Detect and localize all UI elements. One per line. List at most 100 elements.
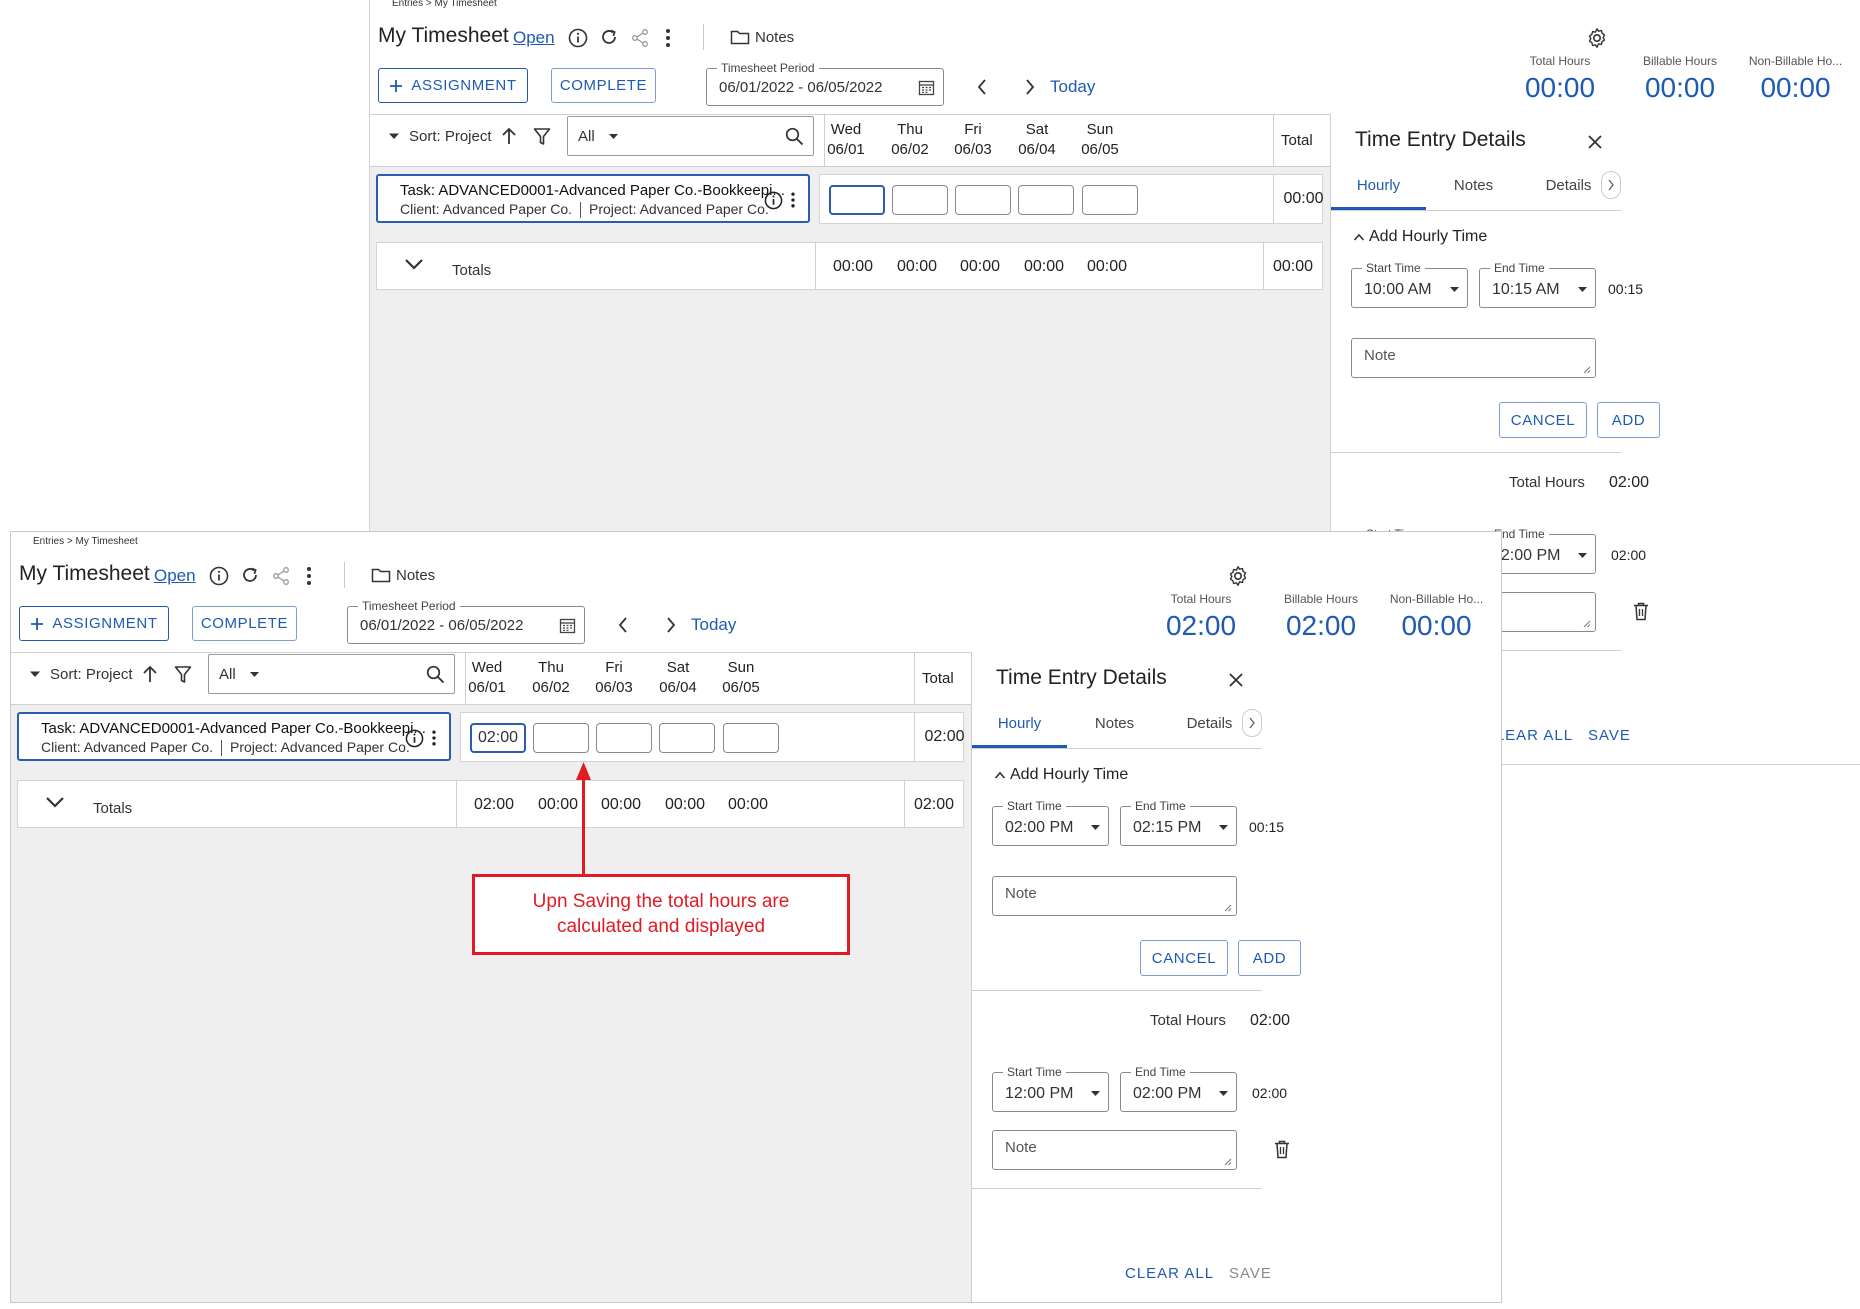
complete-button[interactable]: COMPLETE [192,606,297,641]
entry-end-time-select[interactable]: End Time 02:00 PM [1120,1065,1237,1112]
new-start-time-select[interactable]: Start Time 10:00 AM [1351,261,1468,308]
close-panel-icon[interactable] [1228,672,1244,688]
filter-icon[interactable] [533,127,551,146]
annotation-line-2: calculated and displayed [556,916,766,937]
timesheet-period-field[interactable]: Timesheet Period 06/01/2022 - 06/05/2022 [347,599,585,644]
add-button[interactable]: ADD [1238,940,1301,976]
filter-dropdown-caret-icon[interactable] [608,133,619,140]
search-icon[interactable] [785,127,804,146]
filter-search-input[interactable]: All [567,116,814,156]
collapse-section-chevron-icon[interactable] [994,771,1006,779]
previous-period-icon[interactable] [617,616,629,634]
more-vert-icon[interactable] [303,565,315,587]
sort-label[interactable]: Sort: Project [409,128,492,145]
clear-all-button[interactable]: CLEAR ALL [1125,1265,1214,1282]
next-period-icon[interactable] [1024,78,1036,96]
refresh-icon[interactable] [599,27,619,47]
share-icon[interactable] [271,566,291,586]
hour-cell-sat[interactable] [1018,185,1074,215]
new-end-time-select[interactable]: End Time 02:15 PM [1120,799,1237,846]
task-info-icon[interactable] [405,729,424,748]
timesheet-period-field[interactable]: Timesheet Period 06/01/2022 - 06/05/2022 [706,61,944,106]
search-icon[interactable] [426,665,445,684]
cancel-button[interactable]: CANCEL [1140,940,1228,976]
hour-cell-sat[interactable] [659,723,715,753]
status-link[interactable]: Open [154,566,196,586]
day-header-sat: Sat 06/04 [1018,121,1056,158]
expand-totals-chevron-icon[interactable] [45,796,65,809]
hour-cell-thu[interactable] [533,723,589,753]
entry-note-field[interactable]: Note [992,1130,1237,1170]
entry-duration: 02:00 [1611,547,1647,563]
breadcrumb[interactable]: Entries > My Timesheet [33,536,138,547]
hour-cell-sun[interactable] [1082,185,1138,215]
task-card[interactable]: Task: ADVANCED0001-Advanced Paper Co.-Bo… [376,174,810,223]
today-link[interactable]: Today [691,615,736,635]
tab-notes[interactable]: Notes [1426,177,1521,194]
previous-period-icon[interactable] [976,78,988,96]
save-button[interactable]: SAVE [1588,727,1631,744]
hour-cell-sun[interactable] [723,723,779,753]
notes-icon[interactable] [730,29,750,45]
new-entry-note-field[interactable]: Note [1351,338,1596,378]
hour-cell-fri[interactable] [955,185,1011,215]
filter-icon[interactable] [174,665,192,684]
settings-gear-icon[interactable] [1586,27,1608,49]
task-more-icon[interactable] [788,190,798,210]
add-assignment-button[interactable]: ASSIGNMENT [19,606,169,641]
resize-handle-icon[interactable] [1582,365,1591,374]
save-button[interactable]: SAVE [1229,1265,1272,1282]
hour-cell-wed[interactable]: 02:00 [470,723,526,753]
task-more-icon[interactable] [429,728,439,748]
entry-note-resize-icon[interactable] [1223,1157,1232,1166]
tabs-scroll-right-icon[interactable] [1601,171,1621,199]
task-info-icon[interactable] [764,191,783,210]
entry-note-resize-icon[interactable] [1582,619,1591,628]
new-start-time-select[interactable]: Start Time 02:00 PM [992,799,1109,846]
task-card[interactable]: Task: ADVANCED0001-Advanced Paper Co.-Bo… [17,712,451,761]
calendar-icon[interactable] [559,617,576,634]
complete-button[interactable]: COMPLETE [551,68,656,103]
close-panel-icon[interactable] [1587,134,1603,150]
hour-cell-thu[interactable] [892,185,948,215]
refresh-icon[interactable] [240,565,260,585]
add-assignment-button[interactable]: ASSIGNMENT [378,68,528,103]
notes-label[interactable]: Notes [396,567,435,584]
filter-dropdown-caret-icon[interactable] [249,671,260,678]
delete-entry-trash-icon[interactable] [1274,1140,1290,1159]
notes-icon[interactable] [371,567,391,583]
breadcrumb[interactable]: Entries > My Timesheet [392,0,497,9]
share-icon[interactable] [630,28,650,48]
sort-ascending-icon[interactable] [500,126,518,146]
add-button[interactable]: ADD [1597,402,1660,438]
tab-hourly[interactable]: Hourly [972,715,1067,732]
sort-ascending-icon[interactable] [141,664,159,684]
calendar-icon[interactable] [918,79,935,96]
collapse-section-chevron-icon[interactable] [1353,233,1365,241]
panel-bottom-divider [972,1188,1262,1189]
tab-hourly[interactable]: Hourly [1331,177,1426,194]
sort-label[interactable]: Sort: Project [50,666,133,683]
collapse-all-caret-icon[interactable] [29,670,41,678]
hour-cell-fri[interactable] [596,723,652,753]
collapse-all-caret-icon[interactable] [388,132,400,140]
notes-label[interactable]: Notes [755,29,794,46]
resize-handle-icon[interactable] [1223,903,1232,912]
delete-entry-trash-icon[interactable] [1633,602,1649,621]
entry-start-time-select[interactable]: Start Time 12:00 PM [992,1065,1109,1112]
new-end-time-select[interactable]: End Time 10:15 AM [1479,261,1596,308]
expand-totals-chevron-icon[interactable] [404,258,424,271]
filter-search-input[interactable]: All [208,654,455,694]
info-icon[interactable] [568,28,588,48]
settings-gear-icon[interactable] [1227,565,1249,587]
tabs-scroll-right-icon[interactable] [1242,709,1262,737]
next-period-icon[interactable] [665,616,677,634]
tab-notes[interactable]: Notes [1067,715,1162,732]
more-vert-icon[interactable] [662,27,674,49]
cancel-button[interactable]: CANCEL [1499,402,1587,438]
new-entry-note-field[interactable]: Note [992,876,1237,916]
info-icon[interactable] [209,566,229,586]
hour-cell-wed[interactable] [829,185,885,215]
status-link[interactable]: Open [513,28,555,48]
today-link[interactable]: Today [1050,77,1095,97]
